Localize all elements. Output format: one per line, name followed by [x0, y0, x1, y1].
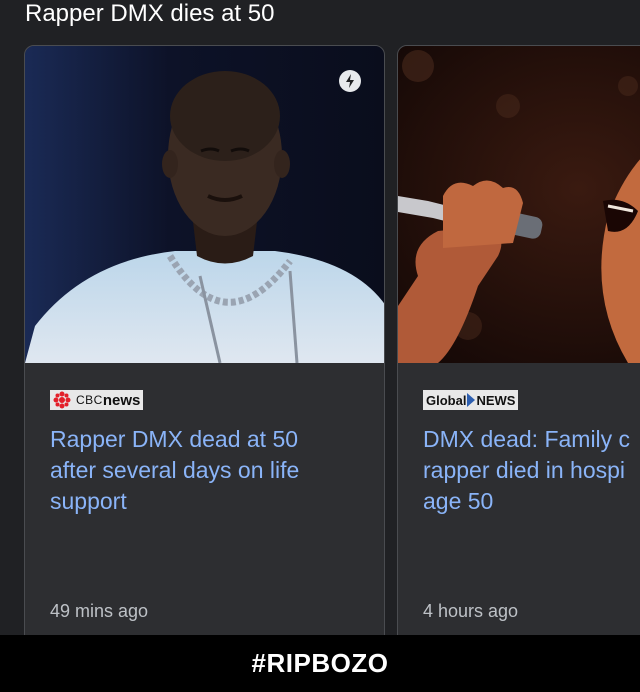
article-headline-link[interactable]: Rapper DMX dead at 50 after several days…	[50, 424, 380, 517]
news-carousel[interactable]: CBC news Rapper DMX dead at 50 after sev…	[24, 45, 640, 635]
caption-text: #RIPBOZO	[251, 648, 389, 678]
source-prefix: CBC	[76, 393, 103, 407]
caption-bar: #RIPBOZO	[0, 635, 640, 692]
section-title: Rapper DMX dies at 50	[25, 0, 275, 27]
source-logo-global-news: Global NEWS	[423, 388, 519, 412]
article-timestamp: 49 mins ago	[50, 601, 149, 621]
arrow-icon	[467, 393, 476, 407]
article-thumbnail[interactable]	[25, 46, 384, 363]
source-prefix: Global	[426, 392, 467, 408]
article-thumbnail[interactable]	[398, 46, 640, 363]
article-timestamp: 4 hours ago	[423, 601, 519, 621]
news-card[interactable]: Global NEWS DMX dead: Family c rapper di…	[397, 45, 640, 635]
source-name: NEWS	[476, 392, 516, 408]
source-name: news	[102, 391, 141, 409]
news-card[interactable]: CBC news Rapper DMX dead at 50 after sev…	[24, 45, 385, 635]
source-logo-cbc-news: CBC news	[50, 388, 144, 412]
cbc-gem-icon	[53, 391, 71, 409]
article-headline-link[interactable]: DMX dead: Family c rapper died in hospi …	[423, 424, 640, 517]
amp-lightning-icon	[339, 70, 361, 92]
